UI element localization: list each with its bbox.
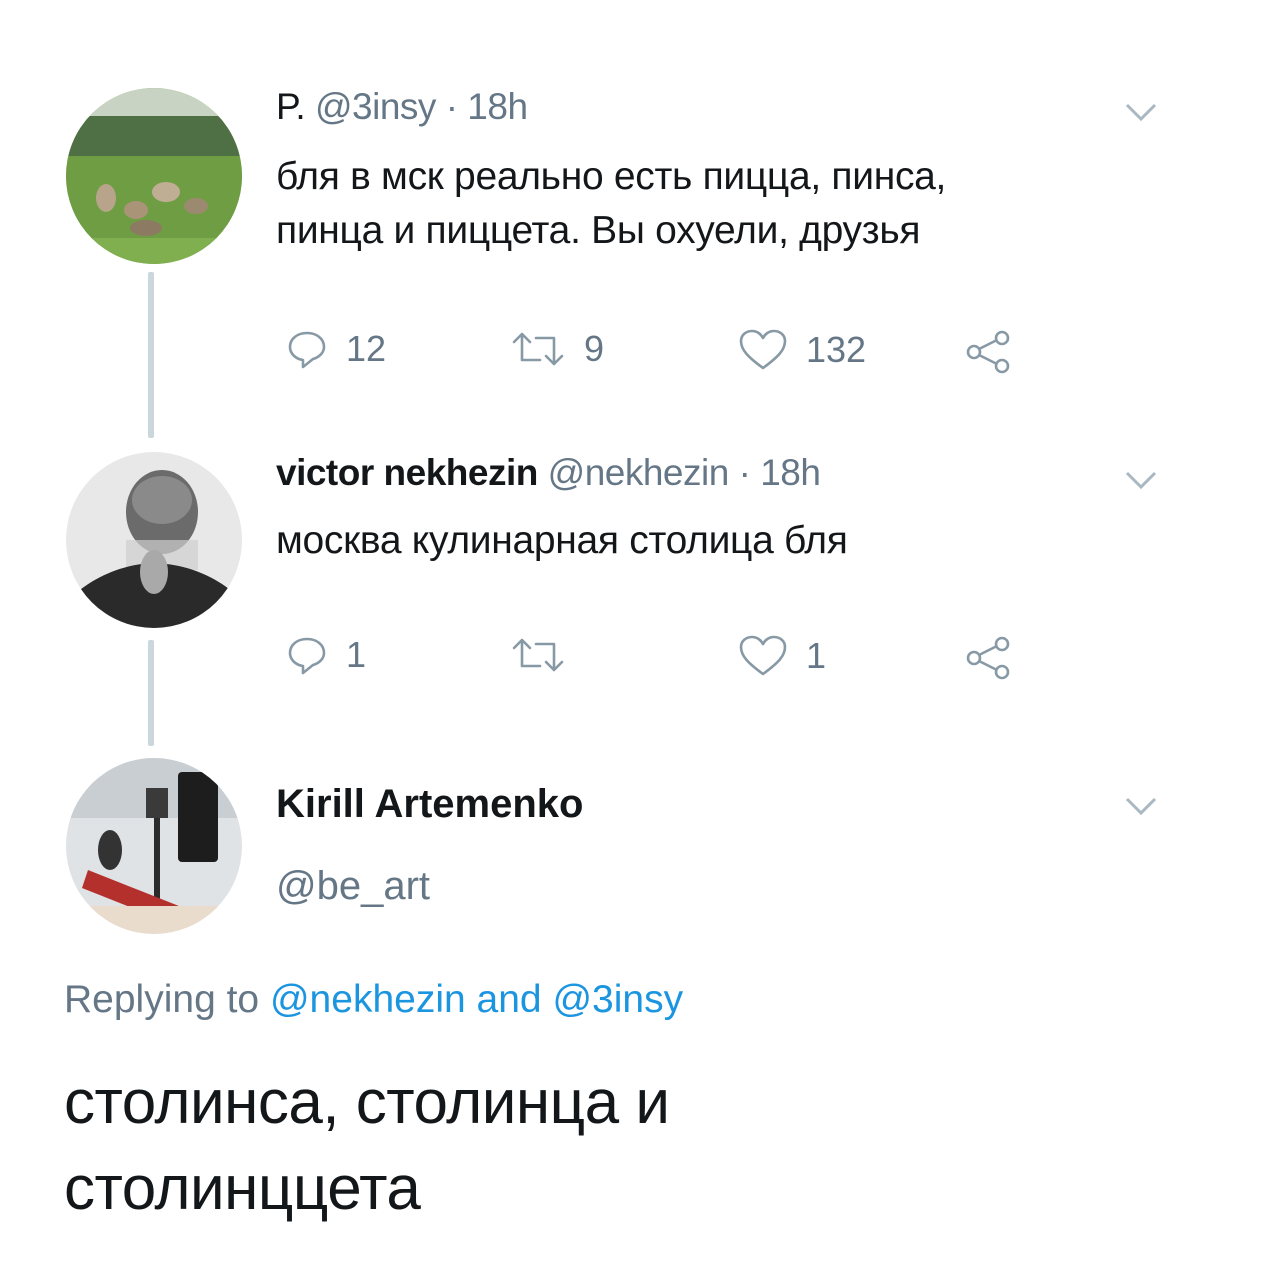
tweet-text-line: столинццета bbox=[64, 1154, 421, 1223]
chevron-down-icon[interactable] bbox=[1124, 100, 1158, 129]
thread-line bbox=[148, 640, 154, 746]
like-count: 132 bbox=[806, 329, 867, 370]
share-icon[interactable] bbox=[964, 328, 1014, 379]
like-icon bbox=[738, 328, 788, 372]
user-name[interactable]: P. bbox=[276, 86, 306, 127]
reply-button[interactable]: 1 bbox=[286, 634, 366, 676]
retweet-icon bbox=[510, 328, 566, 370]
tweet-text-line: москва кулинарная столица бля bbox=[276, 519, 848, 562]
timestamp[interactable]: · 18h bbox=[739, 452, 821, 493]
reply-count: 12 bbox=[346, 328, 387, 369]
like-button[interactable]: 1 bbox=[738, 634, 826, 678]
chevron-down-icon[interactable] bbox=[1124, 468, 1158, 497]
tweet-text-line: столинса, столинца и bbox=[64, 1068, 670, 1137]
tweet-text-line: бля в мск реально есть пицца, пинса, bbox=[276, 155, 947, 198]
user-handle[interactable]: @be_art bbox=[276, 864, 430, 909]
tweet-text: москва кулинарная столица бля bbox=[276, 514, 1156, 568]
tweet-text: столинса, столинца и столинццета bbox=[64, 1060, 1164, 1232]
mention-link[interactable]: @3insy bbox=[552, 978, 683, 1021]
user-name[interactable]: victor nekhezin bbox=[276, 452, 538, 493]
retweet-button[interactable]: 9 bbox=[510, 328, 604, 370]
avatar[interactable] bbox=[66, 88, 242, 264]
user-name[interactable]: Kirill Artemenko bbox=[276, 782, 583, 827]
replying-to: Replying to @nekhezin and @3insy bbox=[64, 978, 683, 1022]
user-handle[interactable]: @3insy bbox=[315, 86, 436, 127]
user-handle[interactable]: @nekhezin bbox=[548, 452, 730, 493]
retweet-button[interactable] bbox=[510, 634, 584, 676]
thread-line bbox=[148, 272, 154, 438]
like-button[interactable]: 132 bbox=[738, 328, 866, 372]
like-icon bbox=[738, 634, 788, 678]
mention-link[interactable]: @nekhezin bbox=[270, 978, 466, 1021]
share-icon[interactable] bbox=[964, 634, 1014, 685]
avatar[interactable] bbox=[66, 758, 242, 934]
chevron-down-icon[interactable] bbox=[1124, 794, 1158, 823]
reply-icon bbox=[286, 328, 328, 370]
tweet-text-line: пинца и пиццета. Вы охуели, друзья bbox=[276, 209, 921, 252]
retweet-icon bbox=[510, 634, 566, 676]
replying-and[interactable]: and bbox=[477, 978, 542, 1021]
reply-button[interactable]: 12 bbox=[286, 328, 386, 370]
avatar[interactable] bbox=[66, 452, 242, 628]
tweet-header: P. @3insy · 18h bbox=[276, 86, 528, 128]
tweet-header: victor nekhezin @nekhezin · 18h bbox=[276, 452, 821, 494]
reply-count: 1 bbox=[346, 634, 367, 675]
replying-to-label: Replying to bbox=[64, 978, 260, 1021]
like-count: 1 bbox=[806, 635, 827, 676]
retweet-count: 9 bbox=[584, 328, 605, 369]
tweet-text: бля в мск реально есть пицца, пинса, пин… bbox=[276, 150, 1156, 258]
reply-icon bbox=[286, 634, 328, 676]
timestamp[interactable]: · 18h bbox=[446, 86, 528, 127]
